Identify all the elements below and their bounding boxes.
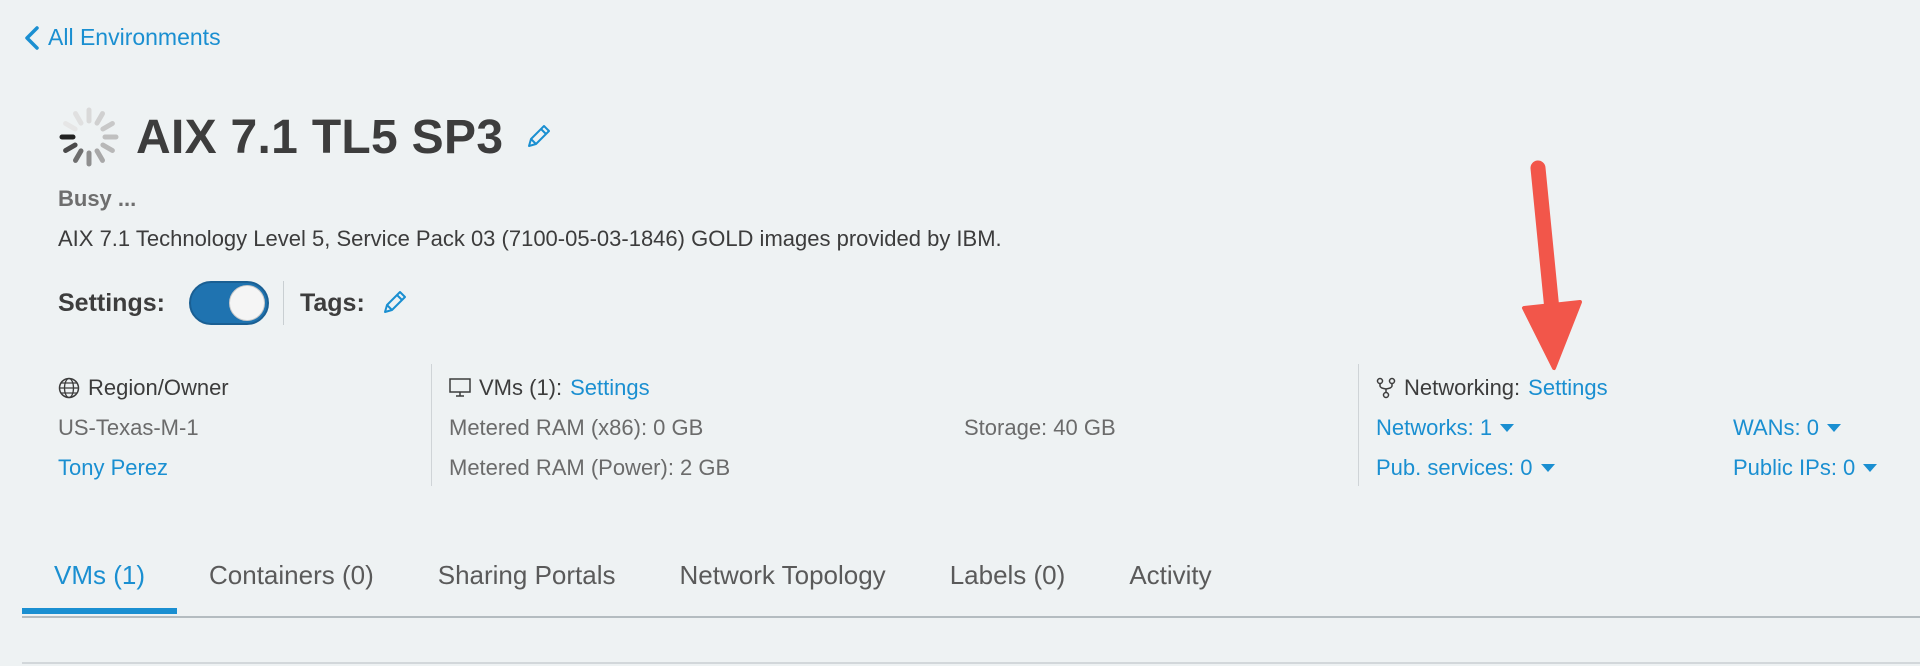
environment-title: AIX 7.1 TL5 SP3 xyxy=(136,110,504,164)
pencil-icon[interactable] xyxy=(379,288,409,318)
pencil-icon[interactable] xyxy=(523,122,553,152)
networking-section: Networking: Settings Networks: 1 Pub. se… xyxy=(1376,368,1608,488)
settings-label: Settings: xyxy=(58,288,165,317)
tags-label: Tags: xyxy=(299,288,365,317)
owner-link[interactable]: Tony Perez xyxy=(58,448,229,488)
networks-dropdown[interactable]: Networks: 1 xyxy=(1376,408,1515,448)
region-owner-header: Region/Owner xyxy=(58,368,229,408)
environment-header: AIX 7.1 TL5 SP3 xyxy=(56,104,553,170)
divider xyxy=(282,281,284,325)
pub-services-label: Pub. services: 0 xyxy=(1376,455,1533,480)
storage-value: Storage: 40 GB xyxy=(964,415,1116,440)
loading-spinner-icon xyxy=(59,107,119,167)
caret-down-icon xyxy=(1540,464,1555,472)
tab-network-topology[interactable]: Network Topology xyxy=(648,536,918,614)
tab-sharing-portals[interactable]: Sharing Portals xyxy=(406,536,648,614)
settings-row: Settings: Tags: xyxy=(58,278,409,328)
region-owner-title: Region/Owner xyxy=(88,375,229,400)
globe-icon xyxy=(58,377,80,399)
networking-extra-section: WANs: 0 Public IPs: 0 xyxy=(1733,368,1878,488)
wans-dropdown[interactable]: WANs: 0 xyxy=(1733,408,1841,448)
column-divider xyxy=(1358,364,1359,486)
networking-title: Networking: xyxy=(1404,375,1521,400)
environment-status: Busy ... xyxy=(58,186,137,211)
region-value: US-Texas-M-1 xyxy=(58,415,199,440)
vms-section: VMs (1): Settings Metered RAM (x86): 0 G… xyxy=(449,368,730,488)
storage-section: Storage: 40 GB xyxy=(964,368,1116,448)
vms-title: VMs (1): xyxy=(479,375,563,400)
vms-settings-link[interactable]: Settings xyxy=(570,368,650,408)
network-fork-icon xyxy=(1376,377,1396,399)
chevron-left-icon xyxy=(25,25,39,50)
column-divider xyxy=(431,364,432,486)
tab-containers[interactable]: Containers (0) xyxy=(177,536,406,614)
monitor-icon xyxy=(449,378,471,397)
environment-description: AIX 7.1 Technology Level 5, Service Pack… xyxy=(58,226,1002,251)
wans-label: WANs: 0 xyxy=(1733,415,1819,440)
caret-down-icon xyxy=(1826,424,1841,432)
tab-bar: VMs (1) Containers (0) Sharing Portals N… xyxy=(22,536,1920,618)
vms-header: VMs (1): Settings xyxy=(449,368,730,408)
caret-down-icon xyxy=(1863,464,1878,472)
public-ips-label: Public IPs: 0 xyxy=(1733,455,1856,480)
caret-down-icon xyxy=(1500,424,1515,432)
tab-vms[interactable]: VMs (1) xyxy=(22,536,177,614)
settings-toggle[interactable] xyxy=(188,281,269,325)
region-owner-section: Region/Owner US-Texas-M-1 Tony Perez xyxy=(58,368,229,488)
all-environments-link[interactable]: All Environments xyxy=(24,24,221,51)
toggle-knob xyxy=(228,285,265,321)
tab-labels[interactable]: Labels (0) xyxy=(918,536,1098,614)
all-environments-label: All Environments xyxy=(48,24,221,50)
tab-activity[interactable]: Activity xyxy=(1097,536,1243,614)
metered-ram-power: Metered RAM (Power): 2 GB xyxy=(449,455,731,480)
pub-services-dropdown[interactable]: Pub. services: 0 xyxy=(1376,448,1555,488)
content-divider xyxy=(22,662,1920,664)
annotation-arrow-icon xyxy=(1522,160,1582,370)
public-ips-dropdown[interactable]: Public IPs: 0 xyxy=(1733,448,1878,488)
metered-ram-x86: Metered RAM (x86): 0 GB xyxy=(449,415,704,440)
networks-label: Networks: 1 xyxy=(1376,415,1493,440)
